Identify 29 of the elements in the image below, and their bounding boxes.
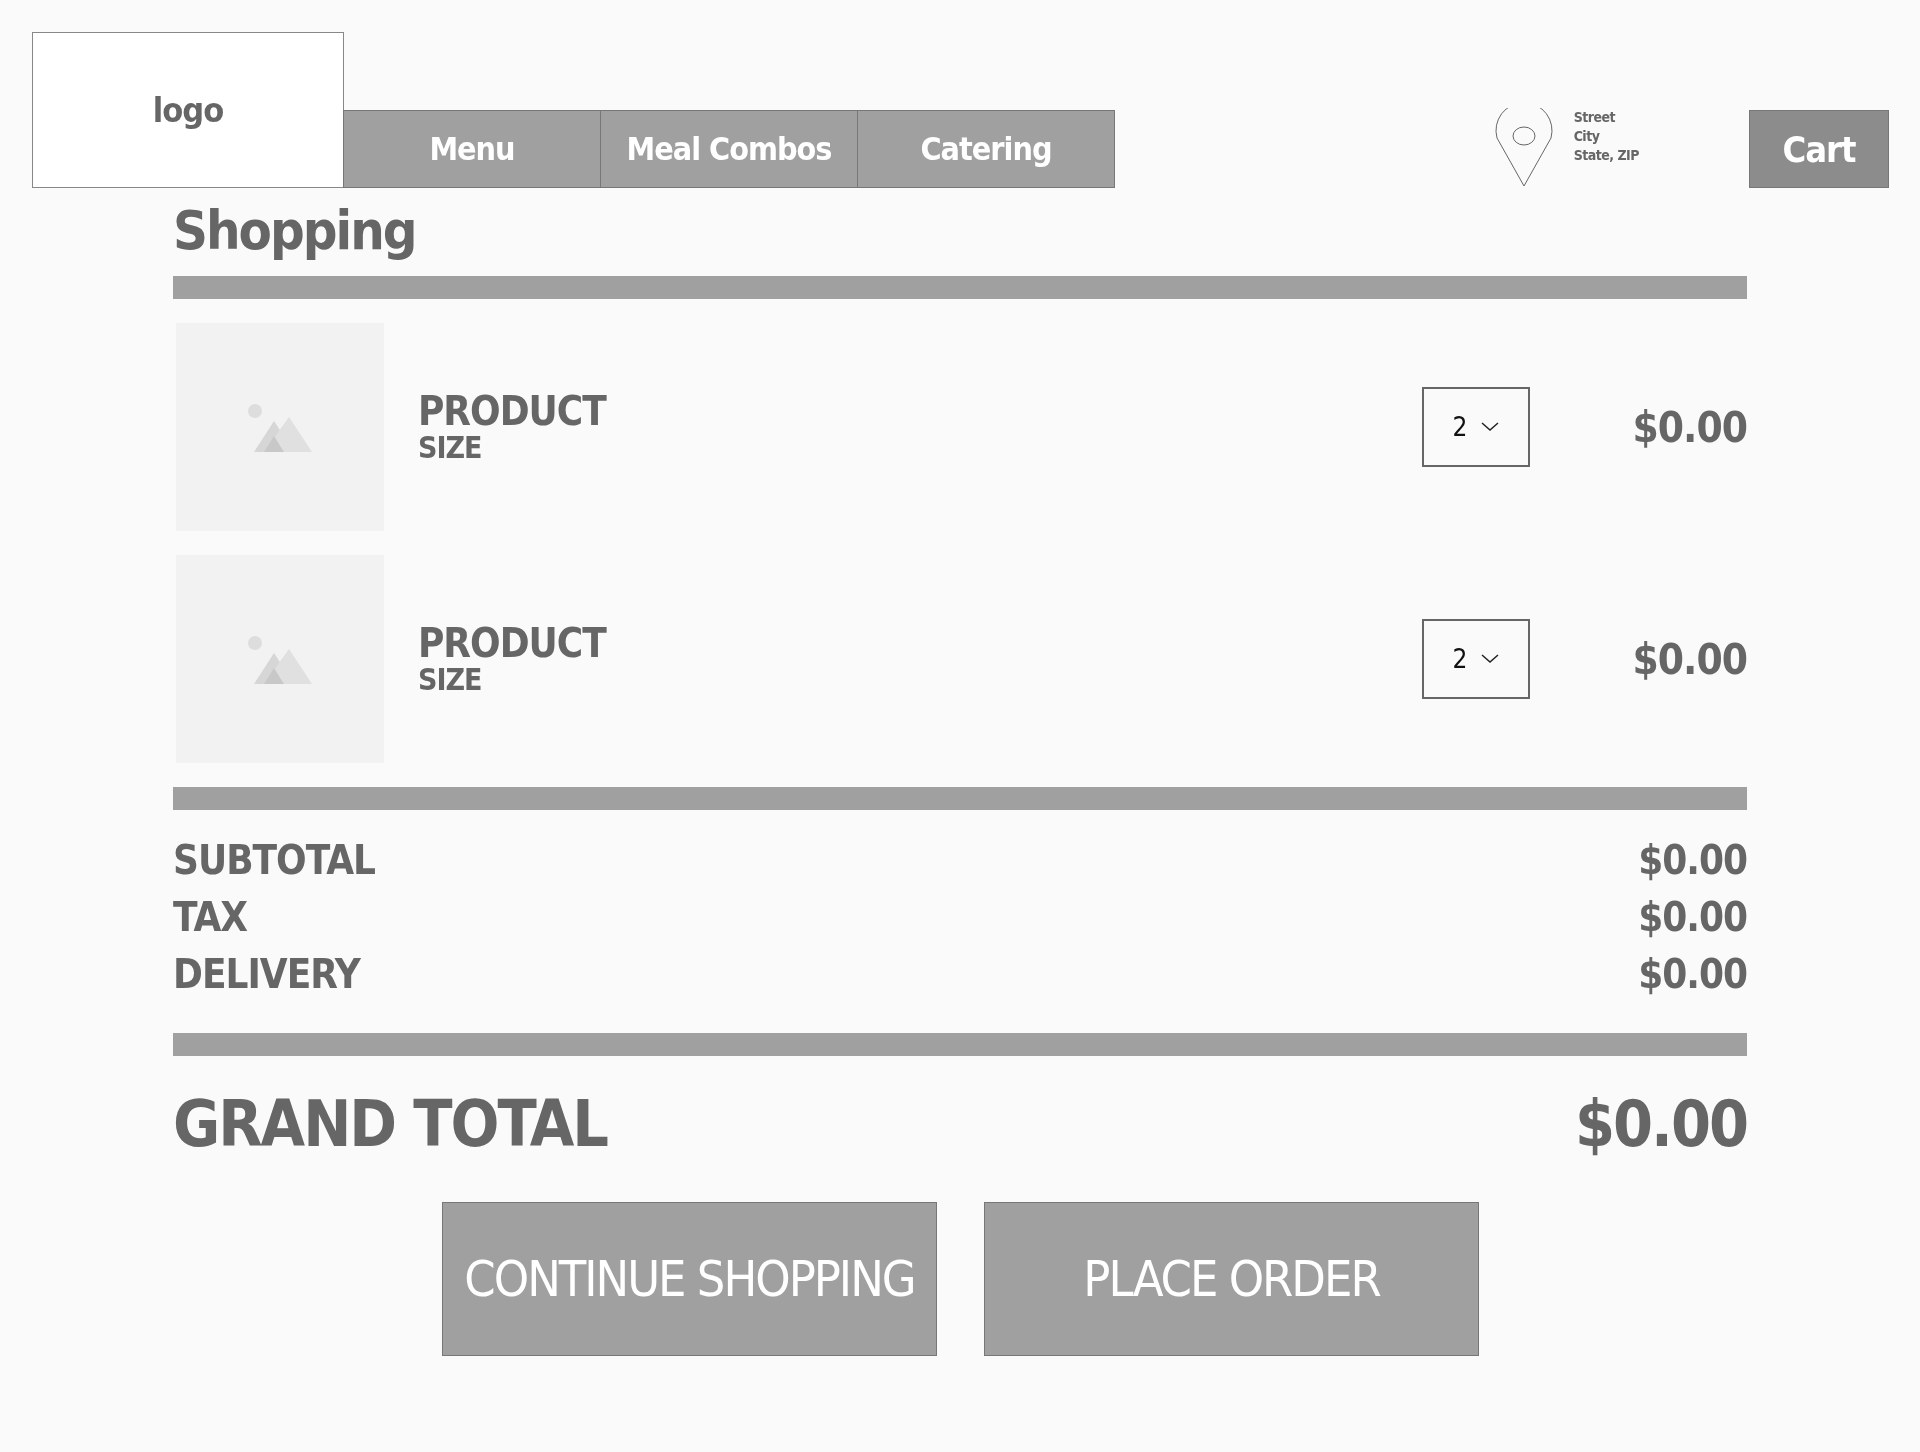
summary-value: $0.00 — [1638, 893, 1747, 942]
nav-link[interactable]: Menu — [343, 110, 601, 188]
summary-label: SUBTOTAL — [173, 836, 375, 885]
summary-label: DELIVERY — [173, 950, 360, 999]
cart-button[interactable]: Cart — [1749, 110, 1889, 188]
grand-total-label: GRAND TOTAL — [173, 1086, 607, 1163]
product-name: PRODUCT — [418, 390, 608, 432]
page-title: Shopping — [173, 198, 417, 264]
quantity-dropdown[interactable]: 2 — [1422, 619, 1530, 699]
chevron-down-icon — [1481, 654, 1500, 664]
summary-value: $0.00 — [1638, 836, 1747, 885]
nav-link[interactable]: Catering — [857, 110, 1115, 188]
price-text: $0.00 — [1631, 634, 1747, 684]
product-size: SIZE — [418, 664, 483, 696]
summary-label: TAX — [173, 893, 248, 942]
action-button[interactable]: CONTINUE SHOPPING — [442, 1202, 937, 1356]
chevron-down-icon — [1481, 422, 1500, 432]
quantity-dropdown[interactable]: 2 — [1422, 387, 1530, 467]
grand-total-value: $0.00 — [1574, 1086, 1747, 1163]
product-size: SIZE — [418, 432, 483, 464]
nav-link[interactable]: Meal Combos — [600, 110, 858, 188]
price-text: $0.00 — [1631, 402, 1747, 452]
address-text: City — [1573, 127, 1601, 146]
address-text: Street — [1573, 108, 1617, 127]
logo[interactable]: logo — [32, 32, 344, 188]
summary-value: $0.00 — [1638, 950, 1747, 999]
address-text: State, ZIP — [1573, 146, 1639, 165]
action-button[interactable]: PLACE ORDER — [984, 1202, 1479, 1356]
product-name: PRODUCT — [418, 622, 608, 664]
